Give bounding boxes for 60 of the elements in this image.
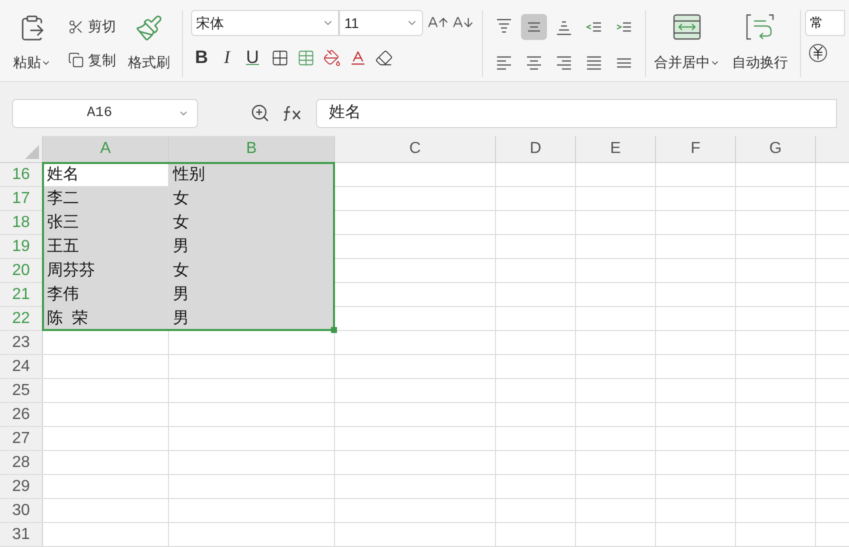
number-format-field[interactable]: 常 (805, 10, 845, 36)
table-cell: 女 (169, 259, 335, 282)
italic-button[interactable]: I (220, 44, 234, 71)
column-header[interactable]: D (496, 136, 576, 162)
wrap-text-icon (745, 14, 775, 40)
row-header[interactable]: 29 (0, 475, 43, 498)
table-cell: 王五 (43, 235, 169, 258)
table-cell: 李伟 (43, 283, 169, 306)
scissors-icon (68, 18, 84, 35)
align-bottom-icon (555, 19, 573, 35)
font-size-field[interactable]: 11 (339, 10, 423, 36)
row-header[interactable]: 23 (0, 331, 43, 354)
merge-center-button[interactable]: 合并居中 (646, 10, 728, 77)
table-cell: 女 (169, 211, 335, 234)
wrap-text-button[interactable]: 自动换行 (728, 10, 801, 77)
align-justify-icon (585, 55, 603, 71)
table-cell: 张三 (43, 211, 169, 234)
align-left-icon (495, 55, 513, 71)
font-name-field[interactable]: 宋体 (191, 10, 340, 36)
column-header[interactable]: F (656, 136, 736, 162)
eraser-icon[interactable] (375, 48, 393, 66)
copy-icon (68, 52, 84, 68)
search-icon[interactable] (250, 103, 270, 123)
row-header[interactable]: 28 (0, 451, 43, 474)
format-painter-button[interactable]: 格式刷 (128, 10, 170, 77)
underline-button[interactable]: U (242, 44, 263, 71)
column-header[interactable]: C (335, 136, 496, 162)
cell-style-icon[interactable] (297, 48, 315, 66)
column-header[interactable]: G (736, 136, 816, 162)
formula-field[interactable]: 姓名 (316, 98, 837, 128)
row-header[interactable]: 30 (0, 499, 43, 522)
table-cell: 性别 (169, 163, 335, 186)
table-cell: 男 (169, 307, 335, 330)
align-center-icon (525, 55, 543, 71)
font-color-icon[interactable] (349, 48, 367, 66)
table-cell: 李二 (43, 187, 169, 210)
row-header[interactable]: 24 (0, 355, 43, 378)
table-cell: 陈 荣 (43, 307, 169, 330)
row-header[interactable]: 25 (0, 379, 43, 402)
cut-button[interactable]: 剪切 (64, 16, 120, 38)
merge-cells-icon (673, 14, 701, 40)
currency-icon[interactable] (809, 44, 827, 62)
table-cell: 女 (169, 187, 335, 210)
row-header[interactable]: 27 (0, 427, 43, 450)
column-header[interactable]: E (576, 136, 656, 162)
paste-button[interactable]: 粘贴 (8, 10, 56, 77)
table-cell: 男 (169, 283, 335, 306)
copy-button[interactable]: 复制 (64, 50, 120, 71)
row-header[interactable]: 31 (0, 523, 43, 546)
paintbrush-icon (135, 14, 163, 42)
align-top-icon (495, 19, 513, 35)
table-cell: 周芬芬 (43, 259, 169, 282)
name-box[interactable]: A16 (12, 98, 198, 128)
bold-button[interactable]: B (191, 44, 212, 71)
fill-color-icon[interactable] (323, 48, 341, 66)
table-cell: 男 (169, 235, 335, 258)
align-button[interactable] (521, 14, 547, 40)
row-header[interactable]: 26 (0, 403, 43, 426)
align-right-icon (555, 55, 573, 71)
borders-icon[interactable] (271, 48, 289, 66)
